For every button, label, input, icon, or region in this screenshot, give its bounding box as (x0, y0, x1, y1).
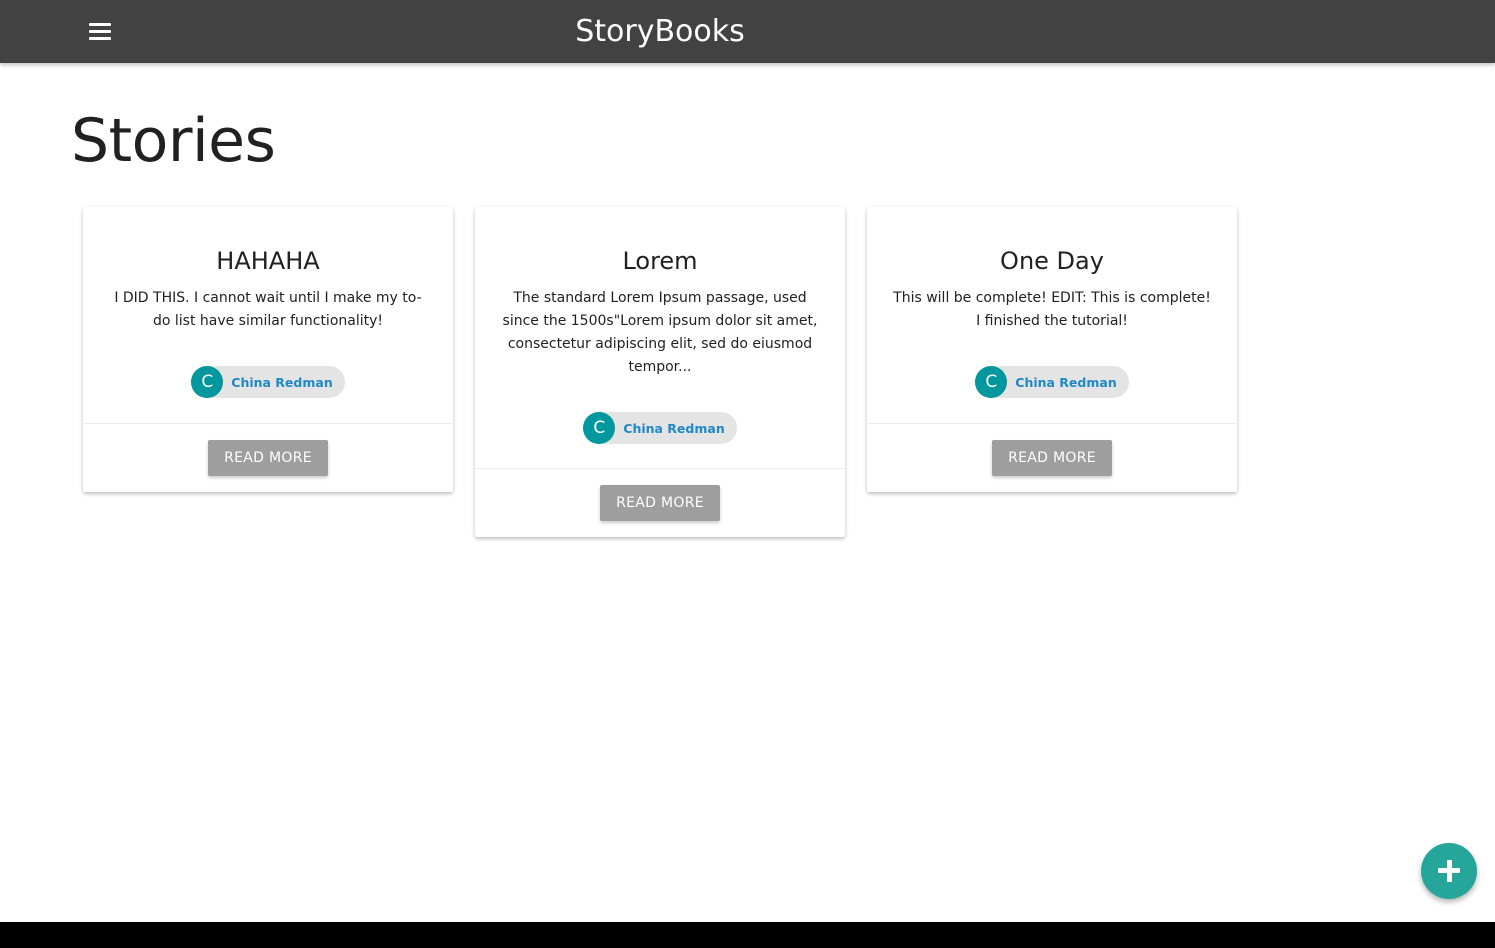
card-content: One Day This will be complete! EDIT: Thi… (867, 207, 1237, 424)
story-excerpt: The standard Lorem Ipsum passage, used s… (502, 290, 818, 375)
read-more-button[interactable]: READ MORE (600, 485, 720, 521)
card-content: Lorem The standard Lorem Ipsum passage, … (475, 207, 845, 469)
story-title: One Day (1000, 247, 1104, 275)
read-more-button[interactable]: READ MORE (208, 440, 328, 476)
card-action: READ MORE (867, 424, 1237, 492)
story-excerpt: I DID THIS. I cannot wait until I make m… (114, 290, 422, 329)
avatar: C (191, 366, 224, 398)
author-chip[interactable]: C China Redman (975, 366, 1129, 398)
story-card: One Day This will be complete! EDIT: Thi… (867, 207, 1237, 492)
author-chip[interactable]: C China Redman (583, 412, 737, 444)
read-more-button[interactable]: READ MORE (992, 440, 1112, 476)
author-link[interactable]: China Redman (623, 421, 724, 436)
author-chip[interactable]: C China Redman (191, 366, 345, 398)
plus-icon (1446, 860, 1452, 882)
avatar: C (975, 366, 1008, 398)
add-story-button[interactable] (1421, 843, 1477, 899)
author-link[interactable]: China Redman (231, 375, 332, 390)
story-title: Lorem (622, 247, 698, 275)
card-content: HAHAHA I DID THIS. I cannot wait until I… (83, 207, 453, 424)
author-link[interactable]: China Redman (1015, 375, 1116, 390)
avatar: C (583, 412, 616, 444)
bottom-bar (0, 922, 1495, 948)
brand-logo[interactable]: StoryBooks (0, 0, 1320, 63)
card-action: READ MORE (475, 469, 845, 537)
card-action: READ MORE (83, 424, 453, 492)
story-card: HAHAHA I DID THIS. I cannot wait until I… (83, 207, 453, 492)
story-title: HAHAHA (216, 247, 320, 275)
story-excerpt: This will be complete! EDIT: This is com… (893, 290, 1211, 329)
page-title: Stories (71, 106, 276, 176)
top-navbar: StoryBooks (0, 0, 1495, 63)
story-card: Lorem The standard Lorem Ipsum passage, … (475, 207, 845, 537)
